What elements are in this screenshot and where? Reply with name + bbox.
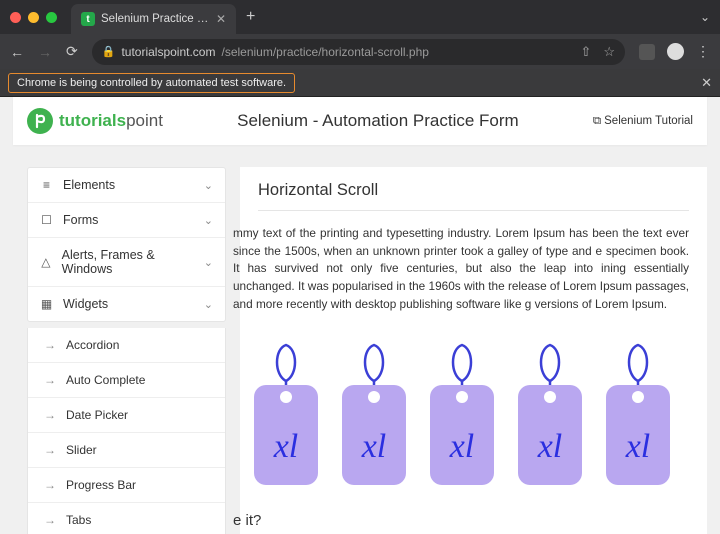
divider	[258, 210, 689, 211]
window-controls	[10, 12, 57, 23]
sidebar-item-label: Forms	[63, 213, 98, 227]
share-icon[interactable]: ⇧	[580, 44, 591, 60]
kebab-menu-icon[interactable]: ⋮	[696, 43, 710, 60]
price-tag-image: xl	[340, 335, 408, 487]
back-button[interactable]: ←	[10, 44, 24, 60]
svg-text:xl: xl	[625, 428, 651, 465]
url-path: /selenium/practice/horizontal-scroll.php	[221, 45, 428, 59]
price-tag-image: xl	[604, 335, 672, 487]
url-host: tutorialspoint.com	[121, 45, 215, 59]
svg-text:xl: xl	[361, 428, 387, 465]
extensions-icon[interactable]	[639, 44, 655, 60]
external-link-icon: ⧉	[593, 115, 601, 128]
forward-button[interactable]: →	[38, 44, 52, 60]
sidebar-categories: ≡ Elements ⌄ ☐ Forms ⌄ △ Alerts, Frames …	[27, 167, 226, 322]
nav-buttons: ← → ⟳	[10, 43, 78, 60]
lock-icon: 🔒	[102, 45, 116, 58]
submenu-slider[interactable]: →Slider	[28, 433, 225, 468]
svg-text:xl: xl	[273, 428, 299, 465]
arrow-right-icon: →	[44, 478, 56, 492]
logo-icon	[27, 108, 53, 134]
chevron-down-icon: ⌄	[204, 256, 213, 269]
chevron-down-icon: ⌄	[204, 179, 213, 192]
main-panel: Horizontal Scroll mmy text of the printi…	[240, 167, 707, 534]
svg-text:xl: xl	[449, 428, 475, 465]
page-header: tutorialspoint Selenium - Automation Pra…	[13, 97, 707, 145]
toolbar-right: ⋮	[639, 43, 710, 60]
arrow-right-icon: →	[44, 338, 56, 352]
submenu-tabs[interactable]: →Tabs	[28, 503, 225, 534]
tab-title: Selenium Practice - Horizonta	[101, 13, 210, 25]
logo[interactable]: tutorialspoint	[27, 108, 163, 134]
reload-button[interactable]: ⟳	[66, 43, 78, 60]
page-viewport: tutorialspoint Selenium - Automation Pra…	[0, 97, 720, 534]
menu-icon: ≡	[40, 178, 53, 192]
chevron-down-icon: ⌄	[204, 298, 213, 311]
logo-text: tutorialspoint	[59, 111, 163, 131]
sidebar-item-label: Widgets	[63, 297, 108, 311]
favicon: t	[81, 12, 95, 26]
address-bar: ← → ⟳ 🔒 tutorialspoint.com/selenium/prac…	[0, 34, 720, 69]
arrow-right-icon: →	[44, 408, 56, 422]
selenium-tutorial-link[interactable]: ⧉ Selenium Tutorial	[593, 115, 693, 128]
bookmark-icon[interactable]: ☆	[603, 44, 615, 60]
sidebar-item-forms[interactable]: ☐ Forms ⌄	[28, 203, 225, 238]
sidebar-item-label: Alerts, Frames & Windows	[62, 248, 194, 276]
profile-avatar[interactable]	[667, 43, 684, 60]
new-tab-button[interactable]: +	[246, 8, 255, 26]
page-title: Selenium - Automation Practice Form	[163, 111, 593, 131]
sidebar-item-alerts[interactable]: △ Alerts, Frames & Windows ⌄	[28, 238, 225, 287]
chevron-down-icon: ⌄	[204, 214, 213, 227]
maximize-window-button[interactable]	[46, 12, 57, 23]
grid-icon: ▦	[40, 297, 53, 311]
widgets-submenu: →Accordion →Auto Complete →Date Picker →…	[27, 328, 226, 534]
form-icon: ☐	[40, 213, 53, 227]
section-heading: Horizontal Scroll	[258, 181, 689, 200]
tabs-dropdown-icon[interactable]: ⌄	[700, 10, 710, 24]
price-tag-image: xl	[516, 335, 584, 487]
price-tag-image: xl	[252, 335, 320, 487]
lorem-paragraph: mmy text of the printing and typesetting…	[233, 225, 689, 313]
arrow-right-icon: →	[44, 373, 56, 387]
submenu-progress-bar[interactable]: →Progress Bar	[28, 468, 225, 503]
minimize-window-button[interactable]	[28, 12, 39, 23]
submenu-auto-complete[interactable]: →Auto Complete	[28, 363, 225, 398]
arrow-right-icon: →	[44, 513, 56, 527]
url-input[interactable]: 🔒 tutorialspoint.com/selenium/practice/h…	[92, 39, 625, 65]
sidebar-item-elements[interactable]: ≡ Elements ⌄	[28, 168, 225, 203]
bell-icon: △	[40, 255, 52, 269]
browser-tab[interactable]: t Selenium Practice - Horizonta ✕	[71, 4, 236, 34]
close-tab-icon[interactable]: ✕	[216, 12, 226, 26]
subsection-heading: e it?	[233, 512, 689, 529]
sidebar-item-widgets[interactable]: ▦ Widgets ⌄	[28, 287, 225, 321]
close-window-button[interactable]	[10, 12, 21, 23]
svg-text:xl: xl	[537, 428, 563, 465]
content-row: ≡ Elements ⌄ ☐ Forms ⌄ △ Alerts, Frames …	[0, 145, 720, 534]
automation-infobar: Chrome is being controlled by automated …	[0, 69, 720, 97]
submenu-accordion[interactable]: →Accordion	[28, 328, 225, 363]
price-tag-image: xl	[428, 335, 496, 487]
browser-titlebar: t Selenium Practice - Horizonta ✕ + ⌄	[0, 0, 720, 34]
automation-message: Chrome is being controlled by automated …	[8, 73, 295, 93]
sidebar: ≡ Elements ⌄ ☐ Forms ⌄ △ Alerts, Frames …	[27, 167, 226, 534]
horizontal-scroll-row[interactable]: xl xl xl xl xl	[252, 335, 689, 487]
infobar-close-icon[interactable]: ✕	[701, 75, 712, 91]
arrow-right-icon: →	[44, 443, 56, 457]
submenu-date-picker[interactable]: →Date Picker	[28, 398, 225, 433]
sidebar-item-label: Elements	[63, 178, 115, 192]
